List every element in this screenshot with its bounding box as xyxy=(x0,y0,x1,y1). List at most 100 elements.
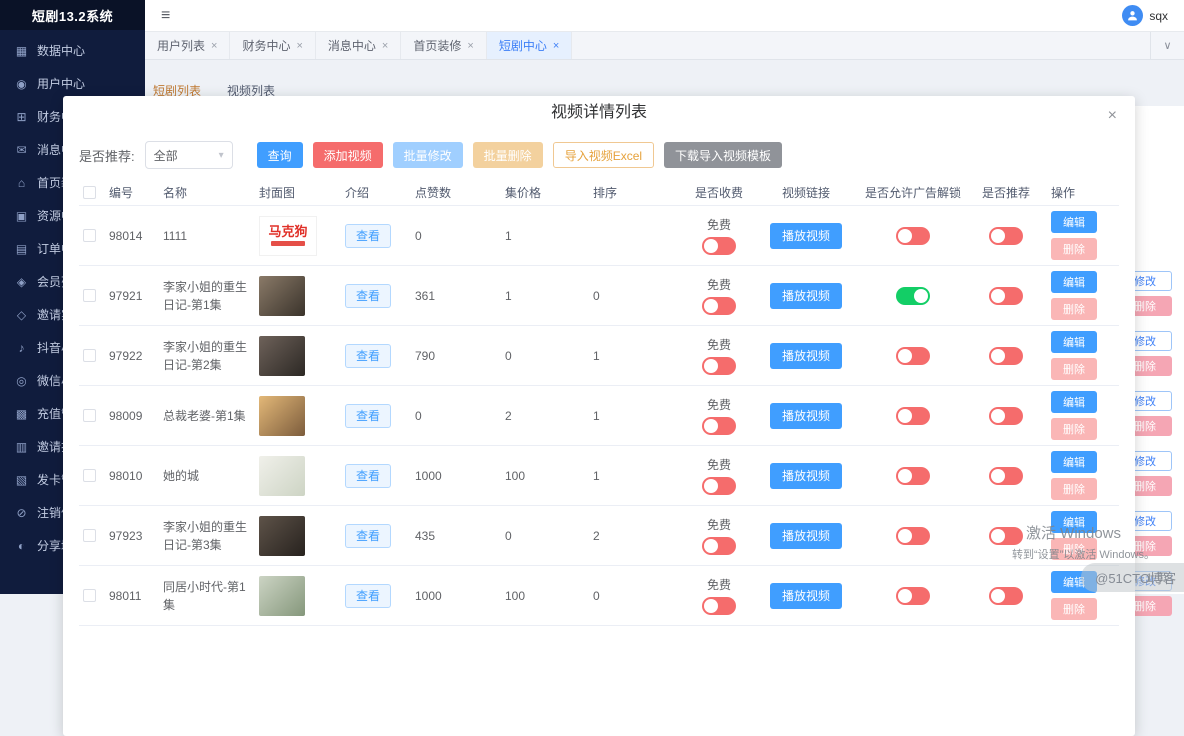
recommend-toggle[interactable] xyxy=(989,587,1023,605)
edit-button[interactable]: 编辑 xyxy=(1051,271,1097,293)
ad-unlock-toggle[interactable] xyxy=(896,467,930,485)
recommend-toggle[interactable] xyxy=(989,287,1023,305)
tab-item[interactable]: 消息中心× xyxy=(316,32,401,59)
play-video-button[interactable]: 播放视频 xyxy=(770,223,842,249)
row-checkbox[interactable] xyxy=(83,529,96,542)
row-checkbox[interactable] xyxy=(83,409,96,422)
close-tab-icon[interactable]: × xyxy=(467,40,473,52)
cover-image: 马克狗 xyxy=(259,216,317,256)
wechat-icon: ◎ xyxy=(15,374,28,388)
row-checkbox[interactable] xyxy=(83,229,96,242)
cell-intro: 查看 xyxy=(335,344,399,368)
edit-button[interactable]: 编辑 xyxy=(1051,331,1097,353)
close-tab-icon[interactable]: × xyxy=(382,40,388,52)
cell-sort: 0 xyxy=(577,587,681,605)
fee-toggle[interactable] xyxy=(702,417,736,435)
cell-fee: 免费 xyxy=(681,276,757,315)
video-table: 编号名称封面图介绍点赞数集价格排序是否收费视频链接是否允许广告解锁是否推荐操作 … xyxy=(79,180,1119,626)
cover-logo-text: 马克狗 xyxy=(268,225,307,238)
column-header: 封面图 xyxy=(251,184,335,202)
recommend-toggle[interactable] xyxy=(989,467,1023,485)
close-tab-icon[interactable]: × xyxy=(211,40,217,52)
table-row: 980141111马克狗查看01免费播放视频编辑删除 xyxy=(79,206,1119,266)
add-video-button[interactable]: 添加视频 xyxy=(313,142,383,168)
delete-button[interactable]: 删除 xyxy=(1051,298,1097,320)
play-video-button[interactable]: 播放视频 xyxy=(770,583,842,609)
fee-toggle[interactable] xyxy=(702,477,736,495)
fee-toggle[interactable] xyxy=(702,597,736,615)
tab-item[interactable]: 首页装修× xyxy=(401,32,486,59)
batch-edit-button[interactable]: 批量修改 xyxy=(393,142,463,168)
view-button[interactable]: 查看 xyxy=(345,524,391,548)
search-button[interactable]: 查询 xyxy=(257,142,303,168)
select-all-checkbox[interactable] xyxy=(83,186,96,199)
delete-button[interactable]: 删除 xyxy=(1051,238,1097,260)
ad-unlock-toggle[interactable] xyxy=(896,527,930,545)
recharge-icon: ▩ xyxy=(15,407,28,421)
delete-button[interactable]: 删除 xyxy=(1051,418,1097,440)
avatar xyxy=(1122,5,1143,26)
play-video-button[interactable]: 播放视频 xyxy=(770,523,842,549)
batch-delete-button[interactable]: 批量删除 xyxy=(473,142,543,168)
user-menu[interactable]: sqx xyxy=(1122,5,1168,26)
cell-likes: 0 xyxy=(399,227,489,245)
cell-recommend xyxy=(971,587,1041,605)
recommend-toggle[interactable] xyxy=(989,227,1023,245)
filter-row: 是否推荐: 全部 ▾ 查询添加视频批量修改批量删除导入视频Excel下载导入视频… xyxy=(79,140,1119,170)
row-checkbox[interactable] xyxy=(83,349,96,362)
edit-button[interactable]: 编辑 xyxy=(1051,391,1097,413)
fee-toggle[interactable] xyxy=(702,357,736,375)
recommend-toggle[interactable] xyxy=(989,347,1023,365)
close-tab-icon[interactable]: × xyxy=(296,40,302,52)
play-video-button[interactable]: 播放视频 xyxy=(770,403,842,429)
person-icon xyxy=(1126,9,1139,22)
cell-likes: 1000 xyxy=(399,467,489,485)
cover-image xyxy=(259,576,305,616)
fee-label: 免费 xyxy=(707,336,731,354)
delete-button[interactable]: 删除 xyxy=(1051,478,1097,500)
ad-unlock-toggle[interactable] xyxy=(896,347,930,365)
fee-toggle[interactable] xyxy=(702,297,736,315)
row-checkbox[interactable] xyxy=(83,589,96,602)
close-icon[interactable]: × xyxy=(1108,108,1117,124)
play-video-button[interactable]: 播放视频 xyxy=(770,463,842,489)
tab-item[interactable]: 短剧中心× xyxy=(487,32,572,59)
view-button[interactable]: 查看 xyxy=(345,344,391,368)
edit-button[interactable]: 编辑 xyxy=(1051,211,1097,233)
view-button[interactable]: 查看 xyxy=(345,284,391,308)
recommend-filter-select[interactable]: 全部 ▾ xyxy=(145,141,233,169)
tab-list-caret-icon[interactable]: ∨ xyxy=(1150,32,1184,59)
ad-unlock-toggle[interactable] xyxy=(896,587,930,605)
row-checkbox[interactable] xyxy=(83,469,96,482)
cell-cover: 马克狗 xyxy=(251,216,335,256)
row-checkbox[interactable] xyxy=(83,289,96,302)
menu-toggle-icon[interactable]: ≡ xyxy=(161,8,170,24)
delete-button[interactable]: 删除 xyxy=(1051,598,1097,620)
fee-toggle[interactable] xyxy=(702,237,736,255)
import-excel-button[interactable]: 导入视频Excel xyxy=(553,142,654,168)
tab-item[interactable]: 财务中心× xyxy=(230,32,315,59)
fee-toggle[interactable] xyxy=(702,537,736,555)
tab-item[interactable]: 用户列表× xyxy=(145,32,230,59)
play-video-button[interactable]: 播放视频 xyxy=(770,343,842,369)
view-button[interactable]: 查看 xyxy=(345,464,391,488)
ad-unlock-toggle[interactable] xyxy=(896,227,930,245)
play-video-button[interactable]: 播放视频 xyxy=(770,283,842,309)
ad-unlock-toggle[interactable] xyxy=(896,287,930,305)
download-template-button[interactable]: 下载导入视频模板 xyxy=(664,142,782,168)
checkbox-cell xyxy=(79,469,105,482)
sidebar-item[interactable]: ▦数据中心 xyxy=(0,34,145,67)
cell-id: 97923 xyxy=(105,527,155,545)
cell-intro: 查看 xyxy=(335,284,399,308)
recommend-toggle[interactable] xyxy=(989,407,1023,425)
cell-intro: 查看 xyxy=(335,524,399,548)
close-tab-icon[interactable]: × xyxy=(553,40,559,52)
delete-button[interactable]: 删除 xyxy=(1051,358,1097,380)
edit-button[interactable]: 编辑 xyxy=(1051,451,1097,473)
view-button[interactable]: 查看 xyxy=(345,584,391,608)
column-header: 编号 xyxy=(105,184,155,202)
recommend-toggle[interactable] xyxy=(989,527,1023,545)
view-button[interactable]: 查看 xyxy=(345,404,391,428)
ad-unlock-toggle[interactable] xyxy=(896,407,930,425)
view-button[interactable]: 查看 xyxy=(345,224,391,248)
